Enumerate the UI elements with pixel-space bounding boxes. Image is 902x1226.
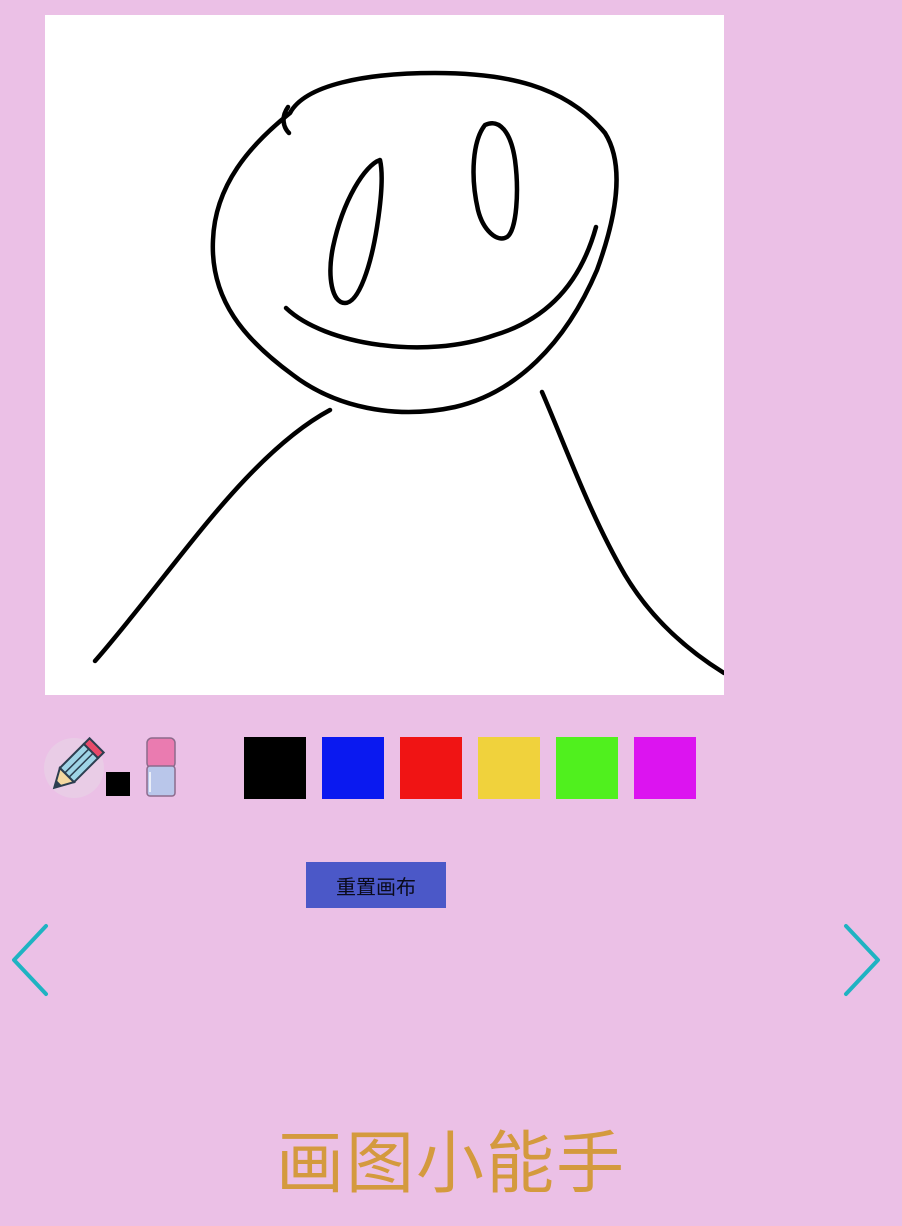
- color-swatch-red[interactable]: [400, 737, 462, 799]
- prev-page-button[interactable]: [8, 922, 52, 998]
- pencil-icon: [44, 736, 106, 798]
- eraser-tool[interactable]: [144, 736, 178, 800]
- reset-canvas-button[interactable]: 重置画布: [306, 862, 446, 908]
- chevron-right-icon: [844, 924, 880, 996]
- color-swatch-yellow[interactable]: [478, 737, 540, 799]
- page-title: 画图小能手: [275, 1125, 626, 1204]
- eraser-icon: [146, 737, 176, 797]
- color-swatch-blue[interactable]: [322, 737, 384, 799]
- drawing-canvas[interactable]: [45, 15, 724, 695]
- canvas-drawing: [92, 70, 724, 676]
- next-page-button[interactable]: [840, 922, 884, 998]
- brush-size-indicator: [106, 772, 130, 796]
- color-swatch-magenta[interactable]: [634, 737, 696, 799]
- color-swatch-green[interactable]: [556, 737, 618, 799]
- color-swatch-black[interactable]: [244, 737, 306, 799]
- pencil-tool[interactable]: [42, 736, 106, 800]
- chevron-left-icon: [12, 924, 48, 996]
